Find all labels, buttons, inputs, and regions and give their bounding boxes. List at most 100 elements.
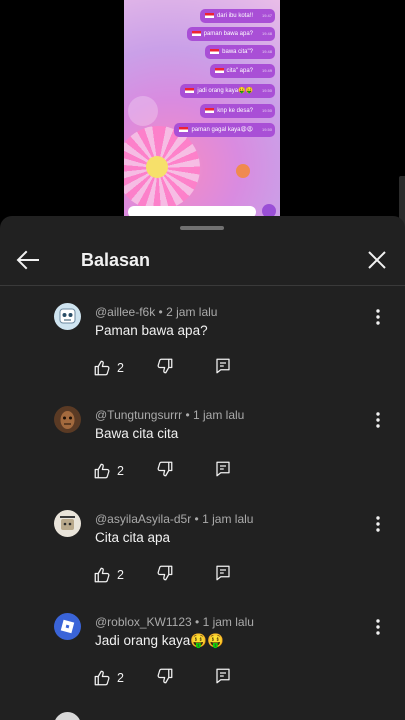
comment-text: Cita cita apa	[95, 530, 171, 545]
chat-bubble: paman bawa apa? 19.48	[186, 27, 275, 41]
flag-icon	[214, 67, 224, 73]
chat-bubble-time: 19.48	[261, 31, 272, 36]
thumbs-up-icon	[94, 360, 110, 376]
chat-bubble: bawa cita"? 19.48	[205, 45, 275, 59]
thumbs-down-icon	[157, 461, 173, 477]
comment-text: Jadi orang kaya🤑🤑	[95, 633, 224, 648]
reply-comment-icon	[216, 358, 230, 374]
comment-time: 1 jam lalu	[202, 512, 254, 526]
like-button[interactable]: 2	[93, 357, 124, 379]
reply-button[interactable]	[214, 460, 236, 482]
more-vertical-icon	[376, 516, 380, 532]
more-vertical-icon	[376, 619, 380, 635]
thumbs-down-icon	[157, 668, 173, 684]
comment-time: 1 jam lalu	[192, 408, 245, 422]
avatar-image	[54, 303, 81, 330]
chat-bubble-text: cita" apa?	[226, 68, 253, 74]
like-count: 2	[117, 464, 124, 478]
avatar[interactable]	[54, 613, 81, 640]
more-options-button[interactable]	[366, 512, 390, 536]
like-button[interactable]: 2	[93, 460, 124, 482]
header-divider	[0, 285, 405, 286]
comment-actions: 2	[93, 564, 243, 586]
reply-comment-icon	[216, 668, 230, 684]
thumbs-up-icon	[94, 567, 110, 583]
dislike-button[interactable]	[156, 564, 178, 586]
arrow-left-icon	[16, 250, 39, 270]
flag-icon	[204, 12, 214, 18]
thumbs-up-icon	[94, 670, 110, 686]
chat-bubble: cita" apa? 19.49	[209, 64, 275, 78]
flag-icon	[191, 30, 201, 36]
drag-handle[interactable]	[180, 226, 224, 230]
like-count: 2	[117, 568, 124, 582]
like-count: 2	[117, 361, 124, 375]
comment-text: Bawa cita cita	[95, 426, 179, 441]
chat-bubble-text: bawa cita"?	[222, 49, 253, 55]
comment-header: @asyilaAsyila-d5r • 1 jam lalu	[95, 512, 254, 526]
reply-comment-icon	[216, 565, 230, 581]
chat-bubble: knp ke desa? 19.50	[200, 104, 275, 118]
more-options-button[interactable]	[366, 615, 390, 639]
dislike-button[interactable]	[156, 460, 178, 482]
flag-icon	[210, 48, 220, 54]
comment-text: Paman bawa apa?	[95, 323, 208, 338]
chat-bubble-time: 19.49	[261, 68, 272, 73]
chat-bubble-time: 19.47	[261, 13, 272, 18]
thumbs-down-icon	[157, 358, 173, 374]
like-button[interactable]: 2	[93, 564, 124, 586]
comment-author[interactable]: @asyilaAsyila-d5r	[95, 512, 191, 526]
more-options-button[interactable]	[366, 408, 390, 432]
comment-author[interactable]: @roblox_KW1123	[95, 615, 192, 629]
reply-button[interactable]	[214, 667, 236, 689]
comment-author[interactable]: @Tungtungsurrr	[95, 408, 182, 422]
avatar[interactable]	[54, 510, 81, 537]
sheet-title: Balasan	[81, 250, 151, 270]
reply-comment: @asyilaAsyila-d5r • 1 jam lalu Cita cita…	[0, 510, 405, 610]
chat-bubble-text: jadi orang kaya🤑🤑	[197, 88, 253, 94]
chat-bubble-text: paman gagal kaya😩😩	[191, 127, 253, 133]
flower-decoration	[128, 96, 158, 126]
close-icon	[368, 251, 386, 269]
comment-actions: 2	[93, 357, 243, 379]
comment-actions: 2	[93, 460, 243, 482]
more-options-button[interactable]	[366, 305, 390, 329]
video-frame: dari ibu kota!! 19.47 paman bawa apa? 19…	[124, 0, 280, 216]
reply-button[interactable]	[214, 564, 236, 586]
comment-author[interactable]: @aillee-f6k	[95, 305, 155, 319]
flower-center	[146, 156, 168, 178]
reply-button[interactable]	[214, 357, 236, 379]
thumbs-up-icon	[94, 463, 110, 479]
avatar-image	[54, 613, 81, 640]
back-button[interactable]	[12, 244, 44, 276]
dislike-button[interactable]	[156, 667, 178, 689]
thumbs-down-icon	[157, 565, 173, 581]
dislike-button[interactable]	[156, 357, 178, 379]
chat-bubble: jadi orang kaya🤑🤑 19.50	[180, 84, 275, 98]
flower-decoration	[236, 164, 250, 178]
avatar[interactable]	[54, 712, 81, 720]
flag-icon	[185, 87, 195, 93]
avatar-image	[54, 406, 81, 433]
sheet-header: Balasan	[0, 236, 405, 284]
chat-bubble-time: 19.48	[261, 49, 272, 54]
reply-comment: @Tungtungsurrr • 1 jam lalu Bawa cita ci…	[0, 406, 405, 506]
like-button[interactable]: 2	[93, 667, 124, 689]
avatar[interactable]	[54, 303, 81, 330]
chat-bubble-text: paman bawa apa?	[203, 31, 253, 37]
reply-comment-icon	[216, 461, 230, 477]
chat-bubble-text: dari ibu kota!!	[216, 13, 253, 19]
reply-comment: @aillee-f6k • 2 jam lalu Paman bawa apa?…	[0, 303, 405, 403]
chat-bubble-time: 19.50	[261, 127, 272, 132]
chat-bubble: dari ibu kota!! 19.47	[199, 9, 275, 23]
chat-bubble-time: 19.50	[261, 108, 272, 113]
flag-icon	[179, 126, 189, 132]
comment-header: @roblox_KW1123 • 1 jam lalu	[95, 615, 254, 629]
comment-actions: 2	[93, 667, 243, 689]
comment-header: @Tungtungsurrr • 1 jam lalu	[95, 408, 245, 422]
video-player[interactable]: dari ibu kota!! 19.47 paman bawa apa? 19…	[0, 0, 405, 218]
comment-time: 1 jam lalu	[202, 615, 254, 629]
close-button[interactable]	[361, 244, 393, 276]
more-vertical-icon	[376, 412, 380, 428]
avatar[interactable]	[54, 406, 81, 433]
